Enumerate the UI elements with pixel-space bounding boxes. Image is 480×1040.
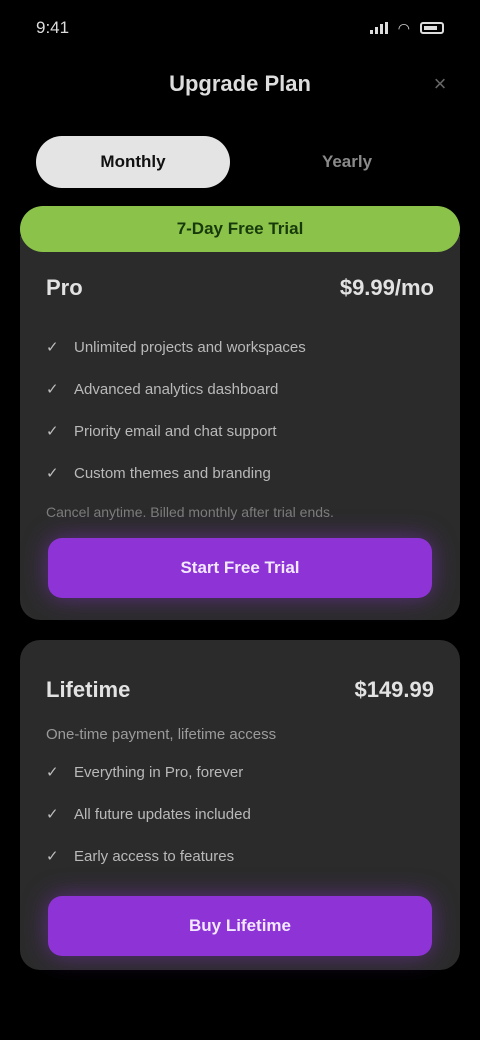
list-item: ✓ Advanced analytics dashboard bbox=[46, 368, 434, 410]
feature-label: All future updates included bbox=[74, 805, 251, 823]
list-item: ✓ Custom themes and branding bbox=[46, 452, 434, 494]
feature-label: Custom themes and branding bbox=[74, 464, 271, 482]
plan-name: Lifetime bbox=[46, 677, 131, 702]
plan-price: $149.99 bbox=[354, 677, 434, 702]
check-icon: ✓ bbox=[46, 764, 59, 781]
plan-header: Pro $9.99/mo bbox=[46, 268, 434, 308]
header: Upgrade Plan × bbox=[0, 56, 480, 112]
tab-monthly[interactable]: Monthly bbox=[36, 136, 230, 188]
plan-card-lifetime: Lifetime $149.99 One-time payment, lifet… bbox=[20, 640, 460, 970]
status-icons: ◠ bbox=[369, 19, 444, 37]
check-icon: ✓ bbox=[46, 465, 59, 482]
signal-icon bbox=[369, 22, 388, 34]
list-item: ✓ Priority email and chat support bbox=[46, 410, 434, 452]
feature-label: Advanced analytics dashboard bbox=[74, 380, 279, 398]
close-icon: × bbox=[433, 71, 447, 96]
page-title: Upgrade Plan bbox=[169, 71, 311, 96]
feature-list: ✓ Everything in Pro, forever ✓ All future … bbox=[46, 751, 434, 877]
list-item: ✓ Everything in Pro, forever bbox=[46, 751, 434, 793]
plan-card-pro: Pro $9.99/mo ✓ Unlimited projects and wor… bbox=[20, 236, 460, 620]
battery-icon bbox=[420, 22, 444, 34]
plan-subtitle: One-time payment, lifetime access bbox=[46, 726, 277, 743]
feature-label: Unlimited projects and workspaces bbox=[74, 338, 306, 356]
status-bar: 9:41 ◠ bbox=[0, 0, 480, 56]
status-time: 9:41 bbox=[36, 18, 70, 37]
check-icon: ✓ bbox=[46, 381, 59, 398]
list-item: ✓ Early access to features bbox=[46, 835, 434, 877]
feature-label: Early access to features bbox=[74, 847, 235, 865]
check-icon: ✓ bbox=[46, 339, 59, 356]
wifi-icon: ◠ bbox=[397, 19, 410, 36]
feature-list: ✓ Unlimited projects and workspaces ✓ Adva… bbox=[46, 326, 434, 494]
tab-yearly[interactable]: Yearly bbox=[250, 136, 444, 188]
plan-header: Lifetime $149.99 bbox=[46, 670, 434, 710]
close-button[interactable]: × bbox=[426, 70, 454, 98]
check-icon: ✓ bbox=[46, 848, 59, 865]
feature-label: Priority email and chat support bbox=[74, 422, 277, 440]
list-item: ✓ Unlimited projects and workspaces bbox=[46, 326, 434, 368]
trial-banner: 7-Day Free Trial bbox=[20, 206, 460, 252]
check-icon: ✓ bbox=[46, 423, 59, 440]
feature-label: Everything in Pro, forever bbox=[74, 763, 244, 781]
billing-tabs: Monthly Yearly bbox=[36, 136, 444, 188]
list-item: ✓ All future updates included bbox=[46, 793, 434, 835]
start-trial-button[interactable]: Start Free Trial bbox=[48, 538, 432, 598]
plan-name: Pro bbox=[46, 275, 83, 300]
plan-price: $9.99/mo bbox=[339, 275, 434, 300]
check-icon: ✓ bbox=[46, 806, 59, 823]
fine-print: Cancel anytime. Billed monthly after tri… bbox=[46, 504, 334, 520]
buy-lifetime-button[interactable]: Buy Lifetime bbox=[48, 896, 432, 956]
